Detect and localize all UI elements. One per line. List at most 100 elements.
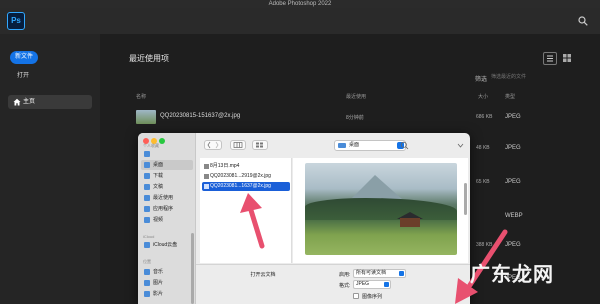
- file-item[interactable]: QQ2023081...2919@2x.jpg: [202, 172, 290, 181]
- file-thumbnail: [136, 110, 156, 124]
- location-select[interactable]: 桌面: [334, 140, 406, 151]
- chevron-down-icon: [384, 282, 389, 287]
- sidebar-item-label: 应用程序: [153, 206, 174, 212]
- grid-icon: [256, 142, 263, 148]
- sidebar-item-desktop[interactable]: 桌面: [141, 160, 193, 170]
- file-type: JPEG: [505, 242, 521, 248]
- page-title: 最近使用项: [129, 54, 169, 63]
- grid-view-icon[interactable]: [562, 53, 572, 63]
- sidebar-item-placeholder[interactable]: [141, 149, 193, 159]
- open-file-dialog: 个人收藏 桌面 下载 文稿 最近使用 应用程序 视频 iCloud iCloud…: [138, 133, 470, 304]
- new-file-button[interactable]: 新文件: [10, 51, 38, 64]
- picture-icon: [144, 280, 150, 286]
- file-date: 8分钟前: [346, 115, 364, 121]
- sidebar-item-pictures[interactable]: 图片: [141, 278, 193, 288]
- column-header-size[interactable]: 大小: [478, 93, 488, 100]
- file-type: JPEG: [505, 145, 521, 151]
- image-sequence-checkbox[interactable]: [353, 293, 359, 299]
- sidebar-item-applications[interactable]: 应用程序: [141, 204, 193, 214]
- watermark-text: 广东龙网: [470, 262, 554, 286]
- applications-icon: [144, 206, 150, 212]
- file-size: 388 KB: [476, 242, 493, 248]
- column-header-type[interactable]: 类型: [505, 93, 515, 100]
- sidebar-item-recents[interactable]: 最近使用: [141, 193, 193, 203]
- back-forward-buttons[interactable]: [204, 140, 222, 150]
- zoom-window-button[interactable]: [159, 138, 165, 144]
- columns-icon: [233, 142, 243, 148]
- sidebar-scrollbar[interactable]: [191, 233, 194, 304]
- file-size: 65 KB: [476, 179, 490, 185]
- sidebar-item-videos[interactable]: 视频: [141, 215, 193, 225]
- download-icon: [144, 173, 150, 179]
- expand-chevron-icon[interactable]: [456, 141, 465, 150]
- folder-icon: [144, 151, 150, 157]
- home-sidebar: 新文件 打开 主页: [0, 34, 100, 304]
- preview-scrollbar[interactable]: [464, 183, 467, 215]
- sidebar-item-music[interactable]: 音乐: [141, 267, 193, 277]
- cloud-icon: [144, 242, 150, 248]
- chevron-down-icon: [399, 271, 404, 276]
- sidebar-item-label: 音乐: [153, 269, 164, 275]
- search-icon[interactable]: [400, 141, 409, 150]
- file-list-column: 8月13日.mp4 QQ2023081...2919@2x.jpg QQ2023…: [200, 158, 292, 263]
- filter-label: 筛选: [475, 77, 488, 83]
- column-header-name[interactable]: 名称: [136, 93, 146, 100]
- file-size: 48 KB: [476, 145, 490, 151]
- sidebar-item-label: 桌面: [153, 162, 164, 168]
- clock-icon: [144, 195, 150, 201]
- dialog-options-bar: 打开云文档 启用: 所有可读文档 格式: JPEG 图像序列: [196, 264, 470, 304]
- file-name: QQ20230815-151637@2x.jpg: [160, 113, 241, 119]
- search-icon[interactable]: [578, 16, 588, 26]
- sidebar-heading-locations: 位置: [143, 259, 151, 264]
- home-icon: [13, 98, 21, 106]
- sidebar-item-label: 影片: [153, 291, 164, 297]
- sidebar-item-label: 主页: [23, 99, 36, 105]
- sidebar-item-icloud-drive[interactable]: iCloud云盘: [141, 240, 193, 250]
- preview-cabin: [400, 218, 420, 227]
- file-size: 686 KB: [476, 114, 493, 120]
- sidebar-item-label: iCloud云盘: [153, 242, 178, 248]
- enable-value: 所有可读文档: [356, 270, 387, 276]
- photoshop-logo: Ps: [7, 12, 25, 30]
- file-item-label: QQ2023081...1637@2x.jpg: [210, 183, 271, 189]
- format-value: JPEG: [356, 281, 370, 287]
- image-file-icon: [204, 184, 209, 189]
- image-sequence-label: 图像序列: [362, 294, 383, 300]
- sidebar-heading-icloud: iCloud: [143, 234, 155, 239]
- list-view-icon: [547, 55, 553, 62]
- dialog-sidebar: 个人收藏 桌面 下载 文稿 最近使用 应用程序 视频 iCloud iCloud…: [138, 133, 196, 304]
- open-button[interactable]: 打开: [17, 70, 29, 79]
- top-app-bar: Ps: [0, 8, 600, 34]
- column-view-button[interactable]: [230, 140, 246, 150]
- movie-icon: [144, 291, 150, 297]
- format-select[interactable]: JPEG: [353, 280, 391, 289]
- sidebar-item-label: 最近使用: [153, 195, 174, 201]
- format-label: 格式:: [339, 283, 351, 289]
- sidebar-item-movies[interactable]: 影片: [141, 289, 193, 299]
- location-label: 桌面: [349, 142, 360, 148]
- column-header-modified[interactable]: 最近使用: [346, 93, 366, 100]
- sidebar-item-home[interactable]: 主页: [8, 95, 92, 109]
- music-icon: [144, 269, 150, 275]
- file-type: WEBP: [505, 213, 523, 219]
- folder-icon: [338, 143, 346, 148]
- window-title: Adobe Photoshop 2022: [268, 1, 332, 7]
- sidebar-item-documents[interactable]: 文稿: [141, 182, 193, 192]
- file-item[interactable]: 8月13日.mp4: [202, 162, 290, 171]
- video-icon: [144, 217, 150, 223]
- file-item-selected[interactable]: QQ2023081...1637@2x.jpg: [202, 182, 290, 191]
- window-title-bar: Adobe Photoshop 2022: [0, 0, 600, 8]
- open-cloud-document-button[interactable]: 打开云文档: [240, 270, 286, 280]
- filter-input[interactable]: 筛选最近的文件: [488, 72, 560, 82]
- sidebar-item-downloads[interactable]: 下载: [141, 171, 193, 181]
- chevron-left-icon: [207, 141, 219, 149]
- desktop-icon: [144, 162, 150, 168]
- table-row[interactable]: QQ20230815-151637@2x.jpg 8分钟前 686 KB JPE…: [136, 109, 556, 127]
- file-type: JPEG: [505, 114, 521, 120]
- preview-forest: [305, 198, 457, 220]
- enable-select[interactable]: 所有可读文档: [353, 269, 406, 278]
- group-button[interactable]: [252, 140, 268, 150]
- list-view-button[interactable]: [543, 52, 557, 65]
- sidebar-item-label: 图片: [153, 280, 164, 286]
- video-file-icon: [204, 164, 209, 169]
